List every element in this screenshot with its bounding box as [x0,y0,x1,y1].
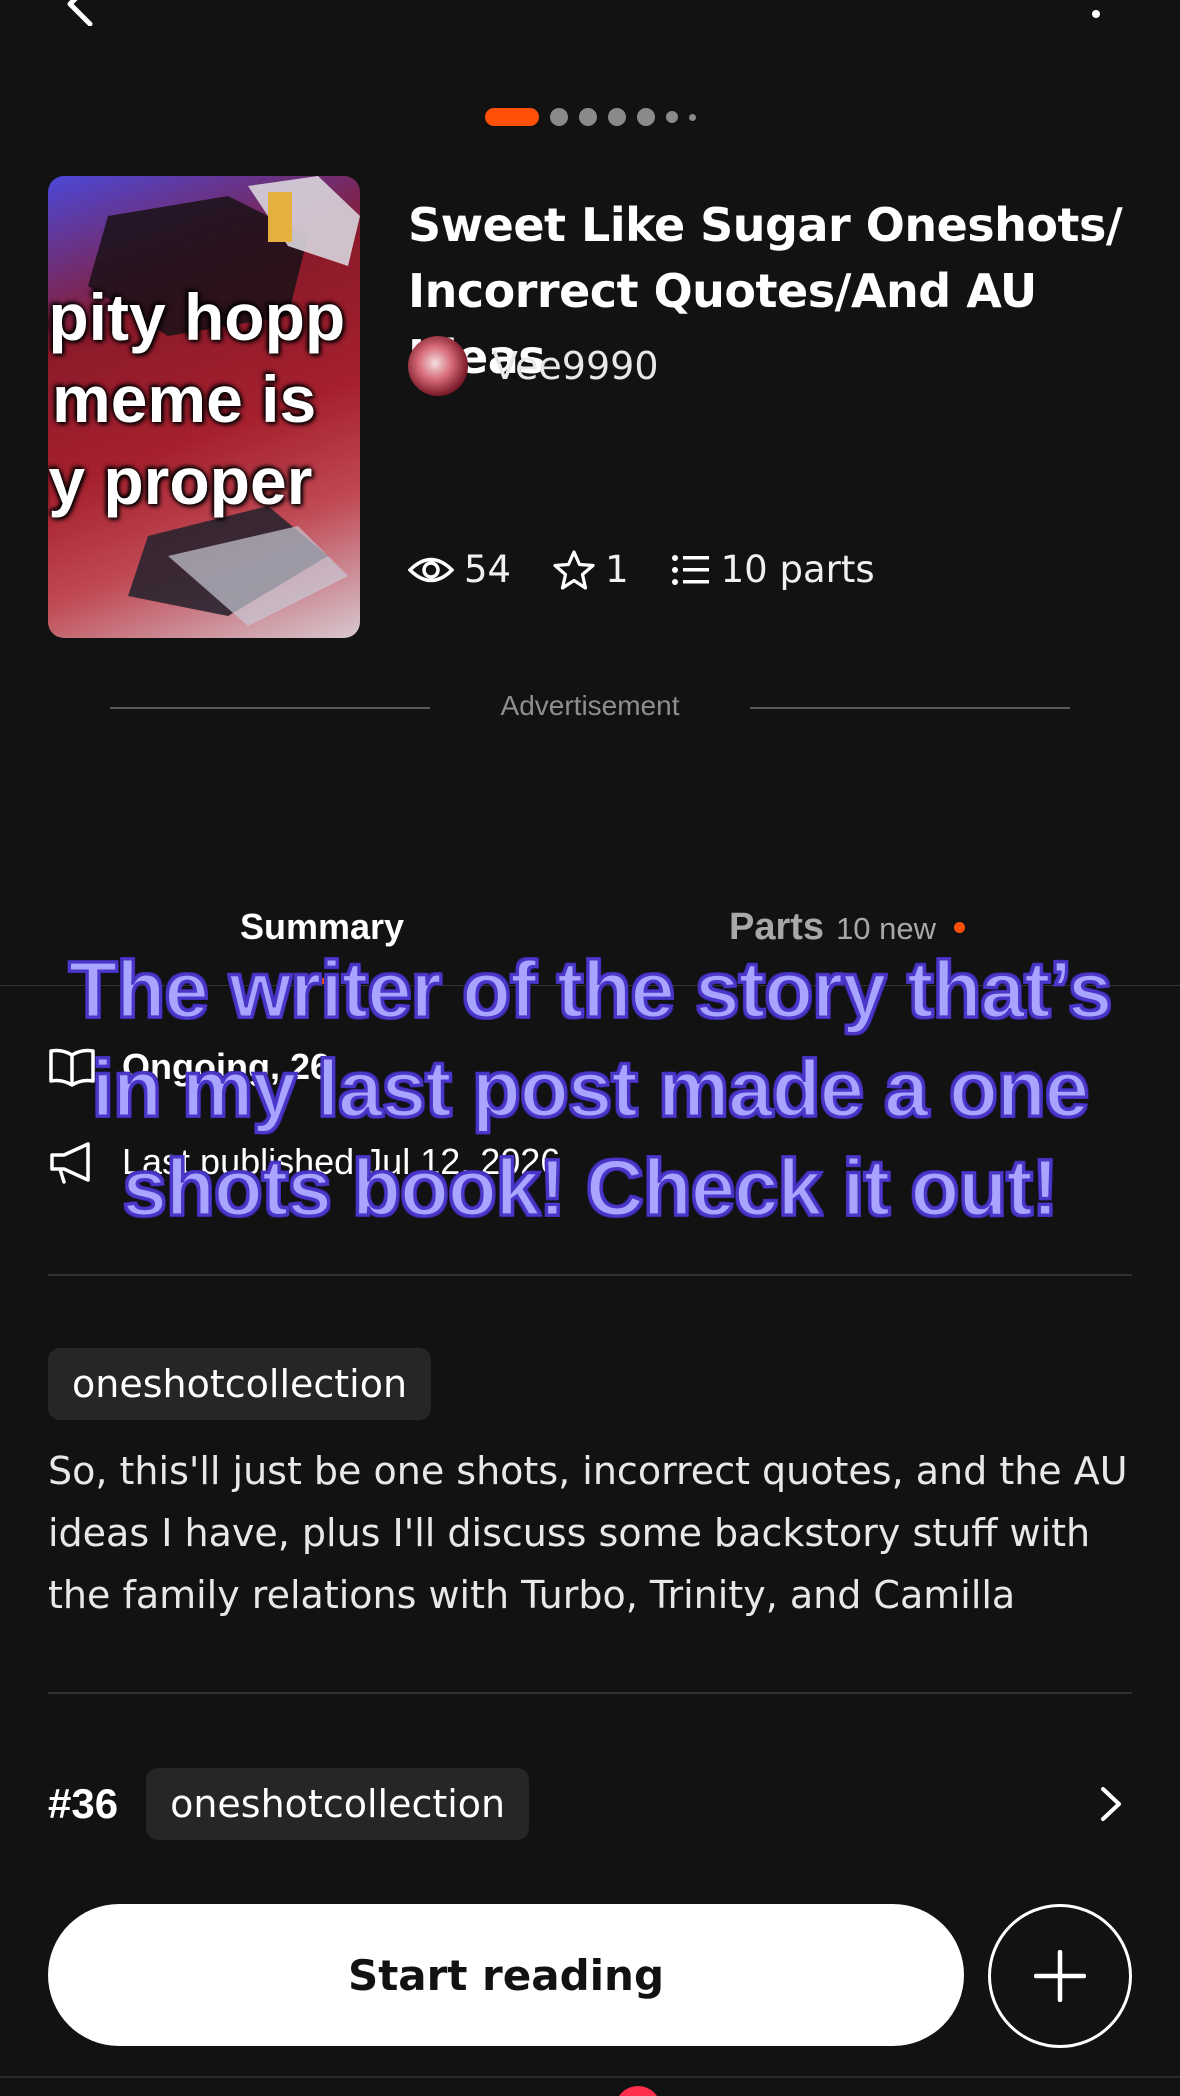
votes-count: 1 [605,548,629,591]
story-stats: 54 1 10 parts [408,548,875,591]
pager-dot [607,108,626,126]
new-indicator-dot [954,922,966,933]
pager-dot [688,113,696,121]
chevron-right-icon [1101,1787,1121,1821]
eye-icon [408,557,454,582]
avatar [408,336,468,396]
advertisement-divider: Advertisement [0,690,1180,726]
add-to-library-button[interactable] [988,1904,1132,2048]
section-divider [48,1692,1132,1694]
cover-caption-text: opity hopp r meme is ny proper [48,280,346,518]
star-icon [553,549,595,590]
cover-carousel-pager[interactable] [0,108,1180,126]
pager-dot-active [484,108,539,126]
pager-dot [665,111,678,123]
back-arrow-icon[interactable] [60,0,104,26]
pager-dot [636,108,655,126]
advertisement-label: Advertisement [500,690,680,721]
more-vertical-icon[interactable] [1086,0,1106,28]
story-description: So, this'll just be one shots, incorrect… [48,1449,1128,1617]
story-cover-image[interactable]: opity hopp r meme is ny proper [48,176,360,638]
section-divider [48,1274,1132,1276]
bottom-nav-divider [0,2076,1180,2078]
ranking-row[interactable]: #36 oneshotcollection [48,1768,1132,1840]
rank-number: #36 [48,1780,119,1827]
reads-count: 54 [464,548,512,591]
rank-tag-chip: oneshotcollection [146,1768,530,1840]
top-bar [0,0,1180,40]
author-name: Vee9990 [492,344,659,388]
pager-dot [549,108,568,126]
start-reading-button[interactable]: Start reading [48,1904,964,2046]
parts-stat: 10 parts [671,548,875,591]
parts-count: 10 parts [720,548,875,591]
notification-badge [615,2086,661,2096]
divider-line [750,707,1070,709]
tag-chip[interactable]: oneshotcollection [48,1348,432,1420]
overlay-caption: The writer of the story that’s in my las… [67,944,1114,1234]
votes-stat: 1 [553,548,629,591]
author-link[interactable]: Vee9990 [408,336,659,396]
reads-stat: 54 [408,548,511,591]
list-icon [671,554,709,585]
pager-dot [578,108,597,126]
plus-icon [1034,1950,1086,2002]
